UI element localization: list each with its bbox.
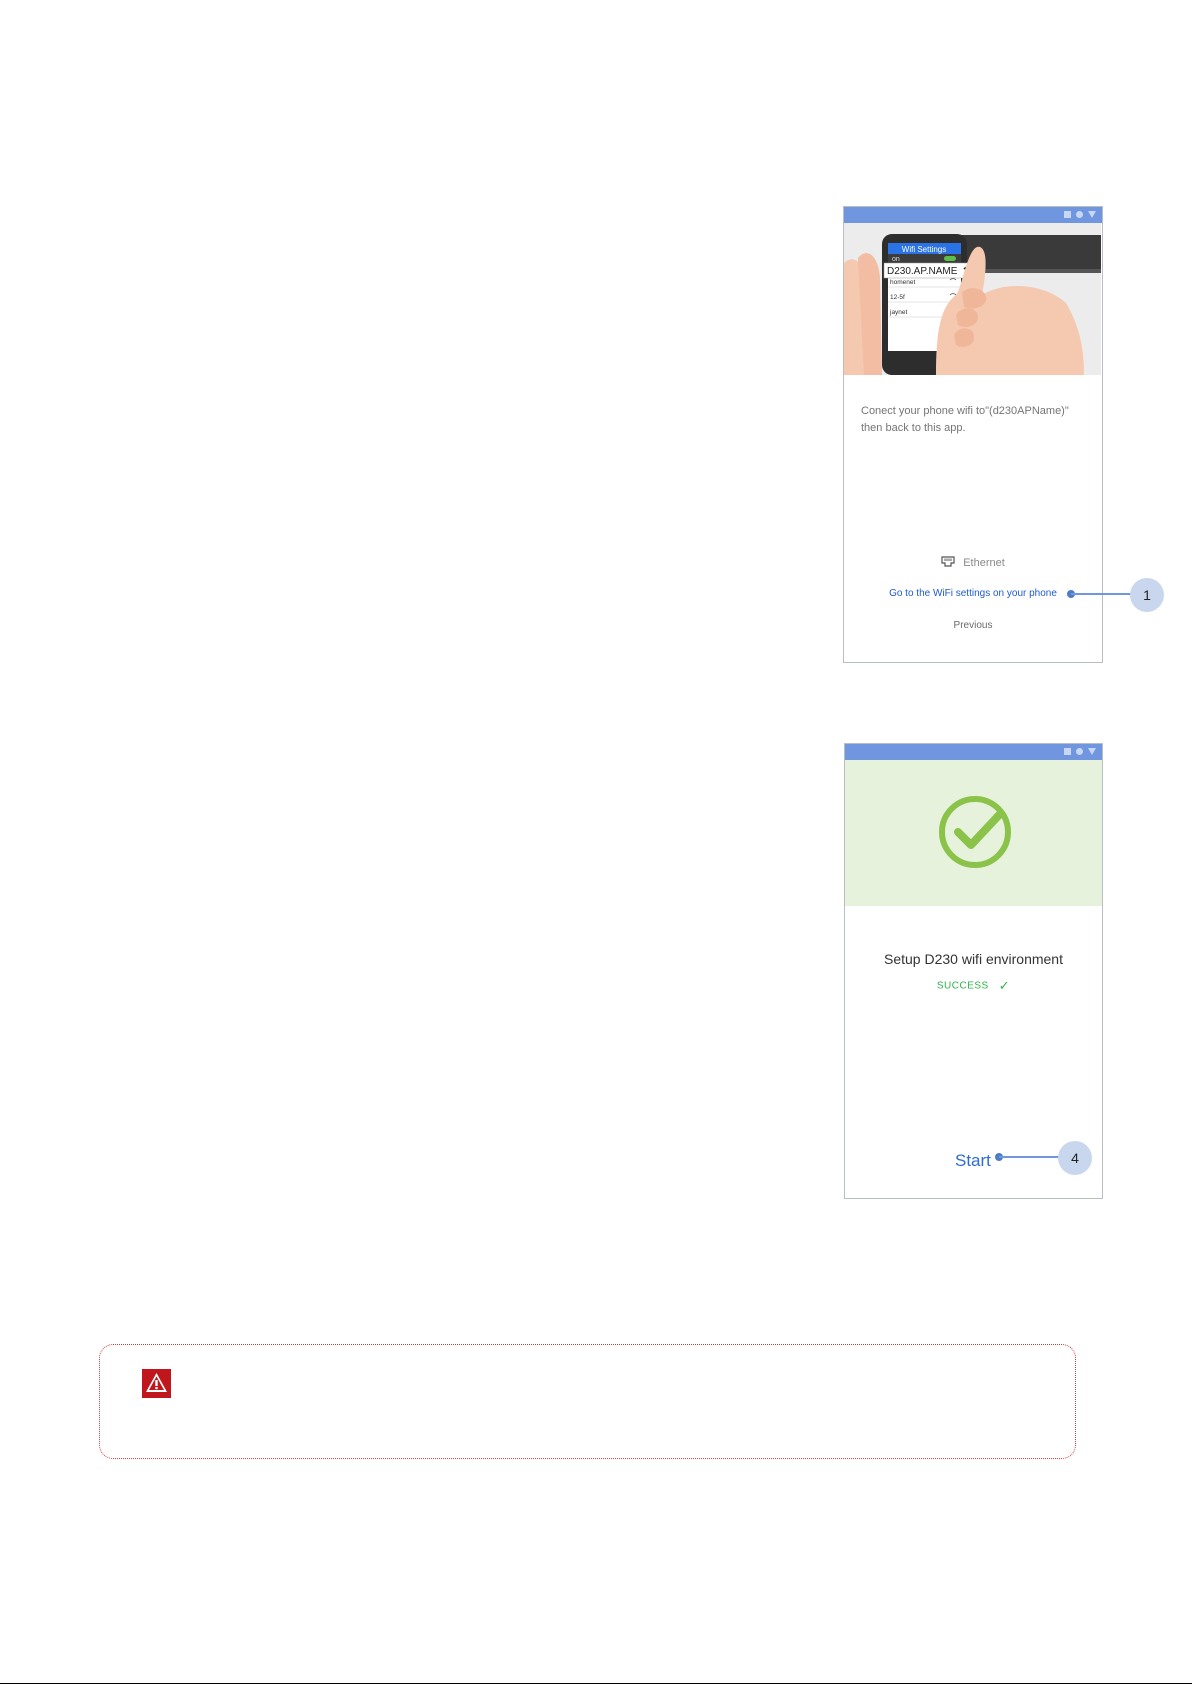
status-triangle-icon — [1088, 748, 1096, 755]
setup-title: Setup D230 wifi environment — [884, 951, 1063, 967]
illus-selected-network: D230.AP.NAME — [887, 266, 958, 277]
status-circle-icon — [1076, 211, 1083, 218]
instruction-text: Conect your phone wifi to"(d230APName)" … — [861, 405, 1069, 434]
illus-on-text: on — [892, 256, 900, 263]
illus-network-3: jaynet — [889, 309, 908, 316]
callout-4-bubble: 4 — [1058, 1141, 1092, 1175]
previous-button[interactable]: Previous — [844, 620, 1102, 631]
warning-triangle-icon — [142, 1369, 171, 1398]
success-label: SUCCESS — [936, 980, 989, 992]
status-square-icon — [1064, 748, 1071, 755]
status-triangle-icon — [1088, 211, 1096, 218]
ethernet-port-icon — [941, 556, 955, 570]
status-circle-icon — [1076, 748, 1083, 755]
status-square-icon — [1064, 211, 1071, 218]
ethernet-label: Ethernet — [963, 556, 1005, 569]
ethernet-option[interactable]: Ethernet — [844, 556, 1102, 570]
success-tick-icon: ✓ — [998, 978, 1011, 993]
wifi-settings-illustration: Wifi Settings on homenet 12-5f jaynet D2… — [844, 223, 1101, 375]
callout-4-line — [999, 1156, 1059, 1158]
illus-network-2: 12-5f — [890, 294, 905, 301]
wifi-connect-screen: Wifi Settings on homenet 12-5f jaynet D2… — [843, 206, 1103, 663]
setup-success-screen: Setup D230 wifi environment SUCCESS ✓ Sta… — [844, 743, 1103, 1199]
warning-note-box — [99, 1344, 1076, 1459]
status-bar — [844, 207, 1102, 223]
status-bar — [845, 744, 1102, 760]
footer-rule — [0, 1683, 1192, 1684]
callout-1-bubble: 1 — [1130, 578, 1164, 612]
success-status: SUCCESS ✓ — [845, 978, 1102, 994]
illus-network-1: homenet — [890, 279, 915, 286]
illus-wifi-settings-text: Wifi Settings — [902, 245, 946, 254]
callout-1-line — [1071, 593, 1131, 595]
check-circle-icon — [938, 794, 1014, 875]
start-button[interactable]: Start — [955, 1151, 991, 1171]
goto-wifi-settings-link[interactable]: Go to the WiFi settings on your phone — [844, 588, 1102, 599]
